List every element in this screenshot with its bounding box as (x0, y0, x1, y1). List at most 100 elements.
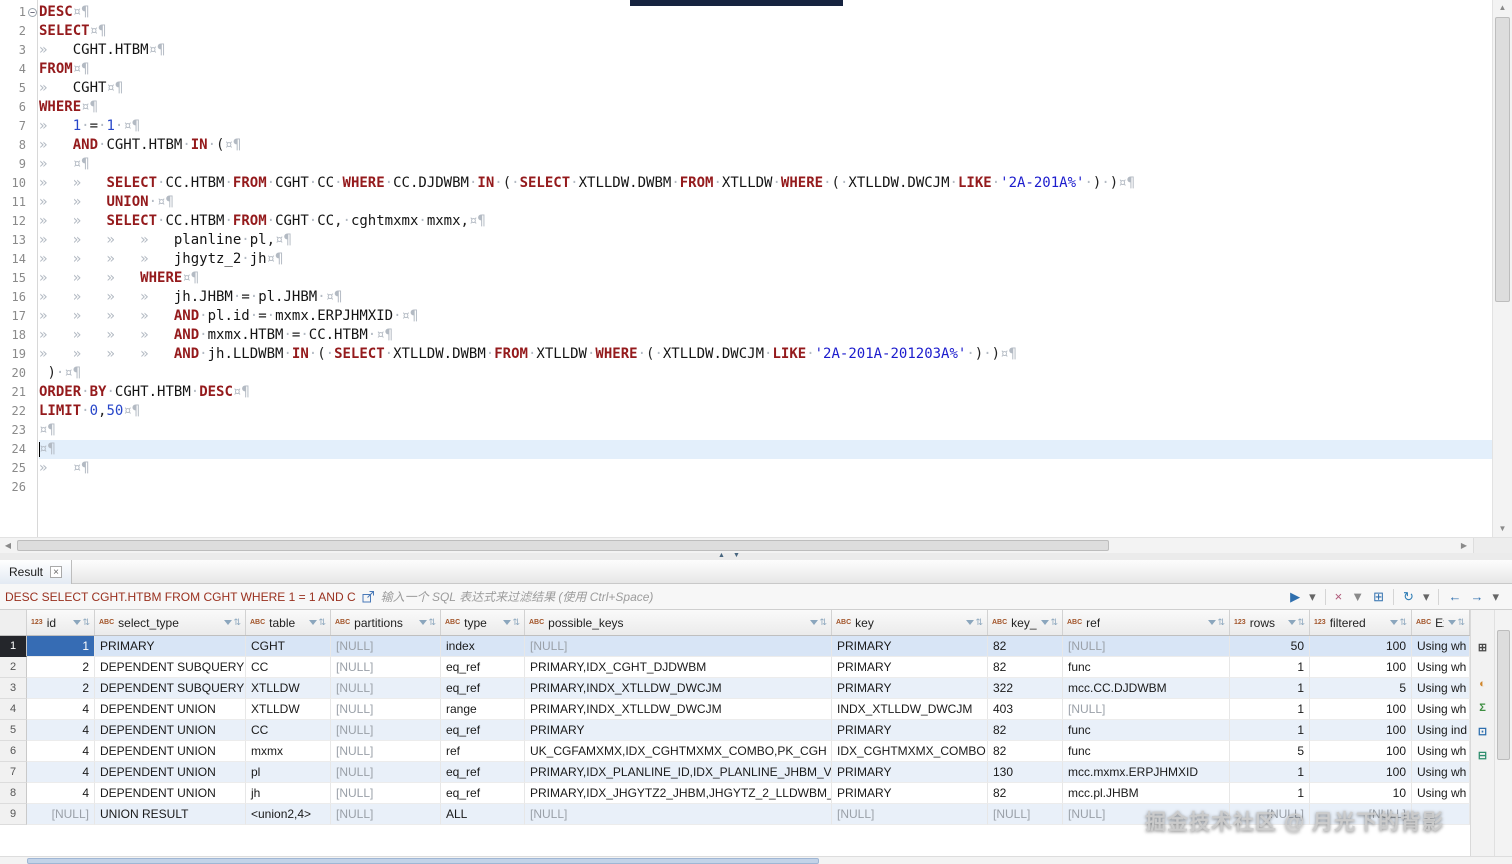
filter-sort-icon[interactable]: ⇅ (966, 617, 983, 628)
grid-cell[interactable]: 4 (27, 741, 95, 762)
grid-cell[interactable]: DEPENDENT SUBQUERY (95, 678, 246, 699)
grid-cell[interactable]: <union2,4> (246, 804, 331, 825)
grid-cell[interactable]: 82 (988, 636, 1063, 657)
grid-cell[interactable]: mxmx (246, 741, 331, 762)
column-header-rows[interactable]: 123rows⇅ (1230, 610, 1310, 635)
grid-cell[interactable]: 100 (1310, 762, 1412, 783)
grid-cell[interactable]: [NULL] (331, 678, 441, 699)
grid-cell[interactable]: [NULL] (988, 804, 1063, 825)
grid-cell[interactable]: [NULL] (1063, 636, 1230, 657)
filter-sort-icon[interactable]: ⇅ (224, 617, 241, 628)
panel-grid-icon[interactable]: ⊞ (1475, 640, 1491, 656)
scrollbar-thumb[interactable] (1497, 630, 1510, 760)
grid-cell[interactable]: [NULL] (525, 804, 832, 825)
grid-cell[interactable]: range (441, 699, 525, 720)
refresh-button[interactable]: ↻ (1403, 589, 1414, 605)
grid-cell[interactable]: 100 (1310, 657, 1412, 678)
grid-cell[interactable]: DEPENDENT UNION (95, 699, 246, 720)
row-header[interactable]: 3 (0, 678, 27, 699)
grid-cell[interactable]: 82 (988, 720, 1063, 741)
grid-cell[interactable]: PRIMARY (832, 636, 988, 657)
column-header-select_type[interactable]: ABCselect_type⇅ (95, 610, 246, 635)
filter-sort-icon[interactable]: ⇅ (1041, 617, 1058, 628)
expand-filter-icon[interactable] (362, 590, 375, 603)
grid-horizontal-scrollbar[interactable] (0, 856, 1512, 864)
grid-cell[interactable]: eq_ref (441, 720, 525, 741)
grid-cell[interactable]: 2 (27, 678, 95, 699)
grid-cell[interactable]: PRIMARY (95, 636, 246, 657)
grid-cell[interactable]: XTLLDW (246, 678, 331, 699)
grid-cell[interactable]: mcc.mxmx.ERPJHMXID (1063, 762, 1230, 783)
tab-result[interactable]: Result × (0, 560, 72, 584)
grid-cell[interactable]: 322 (988, 678, 1063, 699)
grid-cell[interactable]: 100 (1310, 741, 1412, 762)
row-header[interactable]: 7 (0, 762, 27, 783)
column-header-ref[interactable]: ABCref⇅ (1063, 610, 1230, 635)
sql-editor[interactable]: 1234567891011121314151617181920212223242… (0, 0, 1512, 537)
grid-cell[interactable]: [NULL] (331, 741, 441, 762)
grid-cell[interactable]: 4 (27, 783, 95, 804)
scroll-up-icon[interactable]: ▲ (1493, 0, 1512, 16)
filter-menu-dropdown[interactable]: ▾ (1309, 589, 1316, 605)
grid-cell[interactable]: [NULL] (525, 636, 832, 657)
grid-cell[interactable]: PRIMARY,INDX_XTLLDW_DWCJM (525, 699, 832, 720)
row-header[interactable]: 9 (0, 804, 27, 825)
filter-sort-icon[interactable]: ⇅ (419, 617, 436, 628)
scroll-right-icon[interactable]: ▶ (1456, 538, 1472, 553)
grid-cell[interactable]: 100 (1310, 636, 1412, 657)
editor-results-splitter[interactable]: ▲ ▼ (0, 553, 1512, 560)
grid-cell[interactable]: 5 (1230, 741, 1310, 762)
grid-cell[interactable]: 5 (1310, 678, 1412, 699)
grid-vertical-scrollbar[interactable] (1494, 610, 1512, 856)
panel-aggregate-icon[interactable]: Σ (1475, 700, 1491, 716)
grid-cell[interactable]: Using wh (1412, 678, 1470, 699)
grid-cell[interactable]: PRIMARY,INDX_XTLLDW_DWCJM (525, 678, 832, 699)
grid-cell[interactable]: [NULL] (1063, 804, 1230, 825)
editor-horizontal-scrollbar[interactable]: ◀ ▶ (0, 537, 1512, 553)
filters-button[interactable]: ▼ (1351, 589, 1364, 605)
clear-filter-button[interactable]: × (1335, 589, 1343, 605)
grid-cell[interactable]: DEPENDENT UNION (95, 741, 246, 762)
grid-cell[interactable]: INDX_XTLLDW_DWCJM (832, 699, 988, 720)
row-header[interactable]: 1 (0, 636, 27, 657)
grid-cell[interactable]: Using wh (1412, 636, 1470, 657)
grid-settings-button[interactable]: ⊞ (1373, 589, 1384, 605)
grid-cell[interactable]: 1 (1230, 678, 1310, 699)
grid-cell[interactable]: PRIMARY (832, 762, 988, 783)
grid-cell[interactable]: [NULL] (331, 720, 441, 741)
grid-cell[interactable]: CC (246, 720, 331, 741)
grid-cell[interactable]: [NULL] (1230, 804, 1310, 825)
grid-cell[interactable]: Using wh (1412, 762, 1470, 783)
panel-value-icon[interactable]: ⊡ (1475, 724, 1491, 740)
scrollbar-thumb[interactable] (17, 540, 1109, 551)
grid-cell[interactable]: 100 (1310, 720, 1412, 741)
grid-cell[interactable]: 1 (1230, 657, 1310, 678)
filter-sort-icon[interactable]: ⇅ (1288, 617, 1305, 628)
column-header-id[interactable]: 123id⇅ (27, 610, 95, 635)
grid-cell[interactable]: 1 (27, 636, 95, 657)
grid-cell[interactable]: 1 (1230, 762, 1310, 783)
grid-cell[interactable]: PRIMARY (832, 783, 988, 804)
grid-cell[interactable]: 4 (27, 699, 95, 720)
grid-cell[interactable]: [NULL] (331, 699, 441, 720)
filter-sort-icon[interactable]: ⇅ (73, 617, 90, 628)
grid-cell[interactable]: 10 (1310, 783, 1412, 804)
grid-cell[interactable]: 403 (988, 699, 1063, 720)
filter-sort-icon[interactable]: ⇅ (1448, 617, 1465, 628)
grid-cell[interactable]: mcc.CC.DJDWBM (1063, 678, 1230, 699)
column-header-type[interactable]: ABCtype⇅ (441, 610, 525, 635)
grid-cell[interactable]: eq_ref (441, 762, 525, 783)
grid-cell[interactable]: 50 (1230, 636, 1310, 657)
nav-dropdown[interactable]: ▾ (1492, 589, 1499, 605)
grid-cell[interactable]: PRIMARY (832, 657, 988, 678)
apply-filter-button[interactable]: ▶ (1290, 589, 1300, 605)
editor-code-area[interactable]: DESC¤¶SELECT¤¶» CGHT.HTBM¤¶FROM¤¶» CGHT¤… (39, 0, 1492, 537)
grid-cell[interactable]: 1 (1230, 699, 1310, 720)
grid-cell[interactable]: [NULL] (331, 804, 441, 825)
grid-cell[interactable]: DEPENDENT SUBQUERY (95, 657, 246, 678)
column-header-Extra[interactable]: ABCExtra⇅ (1412, 610, 1470, 635)
column-header-partitions[interactable]: ABCpartitions⇅ (331, 610, 441, 635)
grid-cell[interactable]: 82 (988, 741, 1063, 762)
grid-cell[interactable]: 4 (27, 720, 95, 741)
grid-cell[interactable]: IDX_CGHTMXMX_COMBO (832, 741, 988, 762)
